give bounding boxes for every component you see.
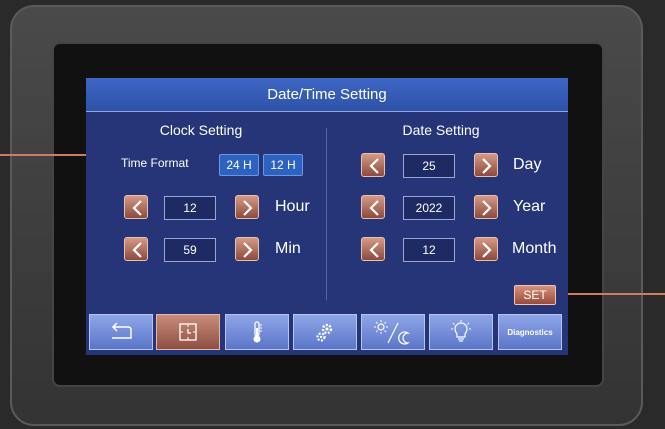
hour-value-field[interactable]: 12 — [164, 196, 216, 220]
nav-settings-button[interactable] — [293, 314, 357, 350]
month-value-field[interactable]: 12 — [403, 238, 455, 262]
year-decrease-button[interactable] — [361, 195, 385, 219]
light-bulb-icon — [451, 320, 471, 342]
day-increase-button[interactable] — [474, 153, 498, 177]
chevron-left-icon — [132, 200, 142, 216]
chevron-right-icon — [482, 200, 492, 216]
hour-increase-button[interactable] — [235, 195, 259, 219]
min-increase-button[interactable] — [235, 237, 259, 261]
back-icon — [111, 323, 132, 339]
clock-icon — [179, 323, 197, 341]
chevron-left-icon — [369, 200, 379, 216]
time-format-label: Time Format — [121, 156, 189, 170]
chevron-right-icon — [482, 158, 492, 174]
nav-temperature-button[interactable] — [225, 314, 289, 350]
touch-screen: Date/Time Setting Clock Setting Time For… — [86, 78, 568, 355]
chevron-right-icon — [482, 242, 492, 258]
gears-icon — [316, 323, 333, 342]
nav-diagnostics-button[interactable]: Diagnostics — [498, 314, 562, 350]
clock-setting-title: Clock Setting — [159, 122, 243, 138]
day-label: Day — [513, 156, 542, 173]
chevron-left-icon — [132, 242, 142, 258]
month-decrease-button[interactable] — [361, 237, 385, 261]
chevron-right-icon — [243, 242, 253, 258]
min-decrease-button[interactable] — [124, 237, 148, 261]
diagnostics-label: Diagnostics — [507, 328, 553, 337]
chevron-right-icon — [243, 200, 253, 216]
section-divider — [326, 128, 327, 300]
callout-line-right — [554, 293, 665, 295]
day-value-field[interactable]: 25 — [403, 154, 455, 178]
callout-line-left — [0, 154, 86, 156]
nav-clock-button[interactable] — [156, 314, 220, 350]
month-increase-button[interactable] — [474, 237, 498, 261]
thermometer-icon — [253, 321, 262, 343]
year-increase-button[interactable] — [474, 195, 498, 219]
format-24h-button[interactable]: 24 H — [219, 154, 259, 176]
min-value-field[interactable]: 59 — [164, 238, 216, 262]
year-value-field[interactable]: 2022 — [403, 196, 455, 220]
nav-back-button[interactable] — [89, 314, 153, 350]
page-title: Date/Time Setting — [86, 78, 568, 112]
chevron-left-icon — [369, 158, 379, 174]
hour-decrease-button[interactable] — [124, 195, 148, 219]
nav-lighting-button[interactable] — [429, 314, 493, 350]
nav-day-night-button[interactable] — [361, 314, 425, 350]
min-label: Min — [275, 240, 301, 257]
year-label: Year — [513, 198, 546, 215]
hour-label: Hour — [275, 198, 310, 215]
date-setting-title: Date Setting — [402, 122, 480, 138]
chevron-left-icon — [369, 242, 379, 258]
day-decrease-button[interactable] — [361, 153, 385, 177]
format-12h-button[interactable]: 12 H — [263, 154, 303, 176]
set-button[interactable]: SET — [514, 285, 556, 305]
month-label: Month — [512, 240, 557, 257]
day-night-icon — [374, 320, 410, 345]
